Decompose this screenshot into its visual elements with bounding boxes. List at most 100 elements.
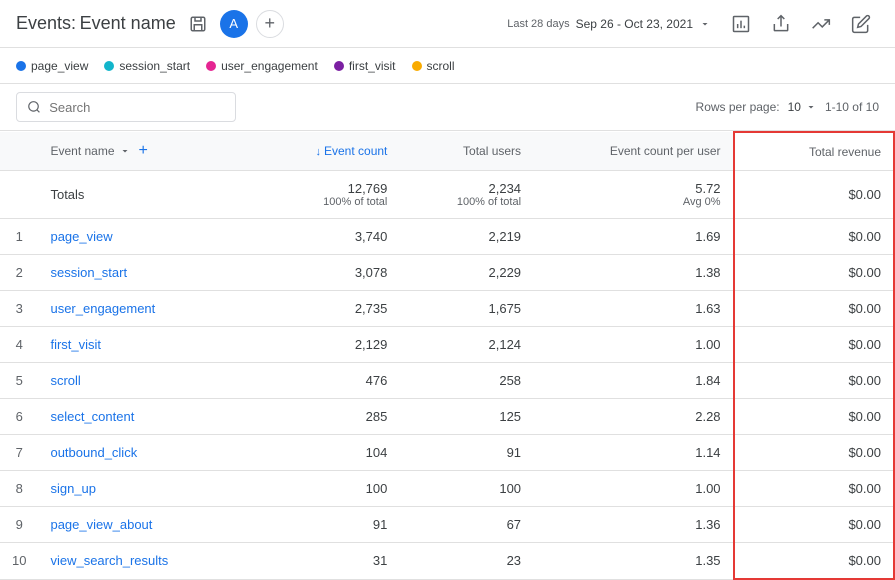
row-num: 8 — [0, 471, 38, 507]
event-count-cell: 31 — [252, 543, 399, 580]
total-users-cell: 1,675 — [399, 291, 533, 327]
event-name-cell[interactable]: select_content — [38, 399, 252, 435]
total-revenue-cell: $0.00 — [734, 291, 894, 327]
table-row: 3 user_engagement 2,735 1,675 1.63 $0.00 — [0, 291, 894, 327]
avatar[interactable]: A — [220, 10, 248, 38]
row-num: 7 — [0, 435, 38, 471]
event-count-cell: 2,129 — [252, 327, 399, 363]
legend-dot-session-start — [104, 61, 114, 71]
save-report-icon[interactable] — [184, 10, 212, 38]
header-right: Last 28 days Sep 26 - Oct 23, 2021 — [499, 6, 879, 42]
total-users-cell: 91 — [399, 435, 533, 471]
col-header-event-name[interactable]: Event name + — [38, 132, 252, 171]
legend-item-first-visit[interactable]: first_visit — [334, 59, 396, 73]
table-row: 4 first_visit 2,129 2,124 1.00 $0.00 — [0, 327, 894, 363]
date-range-picker[interactable]: Last 28 days Sep 26 - Oct 23, 2021 — [499, 13, 719, 35]
table-row: 2 session_start 3,078 2,229 1.38 $0.00 — [0, 255, 894, 291]
legend-dot-scroll — [412, 61, 422, 71]
data-table-container: Event name + ↓ Event count Total users E… — [0, 131, 895, 580]
totals-total-users: 2,234 100% of total — [399, 171, 533, 219]
pagination-info: Rows per page: 10 1-10 of 10 — [696, 100, 879, 114]
table-row: 1 page_view 3,740 2,219 1.69 $0.00 — [0, 219, 894, 255]
row-num: 9 — [0, 507, 38, 543]
total-users-cell: 67 — [399, 507, 533, 543]
total-users-cell: 23 — [399, 543, 533, 580]
col-header-total-users[interactable]: Total users — [399, 132, 533, 171]
search-box[interactable] — [16, 92, 236, 122]
legend-dot-page-view — [16, 61, 26, 71]
add-column-button[interactable]: + — [135, 142, 152, 160]
totals-event-count-per-user: 5.72 Avg 0% — [533, 171, 734, 219]
event-name-cell[interactable]: first_visit — [38, 327, 252, 363]
legend-dot-user-engagement — [206, 61, 216, 71]
total-revenue-cell: $0.00 — [734, 399, 894, 435]
table-header-row: Event name + ↓ Event count Total users E… — [0, 132, 894, 171]
event-count-per-user-cell: 1.84 — [533, 363, 734, 399]
add-comparison-button[interactable]: + — [256, 10, 284, 38]
event-count-cell: 3,740 — [252, 219, 399, 255]
event-name-cell[interactable]: outbound_click — [38, 435, 252, 471]
event-count-cell: 91 — [252, 507, 399, 543]
total-users-cell: 2,229 — [399, 255, 533, 291]
table-row: 8 sign_up 100 100 1.00 $0.00 — [0, 471, 894, 507]
table-row: 7 outbound_click 104 91 1.14 $0.00 — [0, 435, 894, 471]
header: Events: Event name A + Last 28 days Sep … — [0, 0, 895, 48]
search-input[interactable] — [49, 100, 225, 115]
table-row: 6 select_content 285 125 2.28 $0.00 — [0, 399, 894, 435]
event-count-per-user-cell: 1.38 — [533, 255, 734, 291]
total-revenue-cell: $0.00 — [734, 255, 894, 291]
total-revenue-cell: $0.00 — [734, 327, 894, 363]
table-row: 10 view_search_results 31 23 1.35 $0.00 — [0, 543, 894, 580]
event-name-cell[interactable]: session_start — [38, 255, 252, 291]
event-name-cell[interactable]: page_view — [38, 219, 252, 255]
event-count-cell: 100 — [252, 471, 399, 507]
event-name-cell[interactable]: view_search_results — [38, 543, 252, 580]
event-count-per-user-cell: 1.00 — [533, 327, 734, 363]
total-users-cell: 2,219 — [399, 219, 533, 255]
totals-event-count: 12,769 100% of total — [252, 171, 399, 219]
row-num: 3 — [0, 291, 38, 327]
event-count-per-user-cell: 1.36 — [533, 507, 734, 543]
legend-dot-first-visit — [334, 61, 344, 71]
legend-item-scroll[interactable]: scroll — [412, 59, 455, 73]
share-icon-button[interactable] — [763, 6, 799, 42]
event-count-cell: 476 — [252, 363, 399, 399]
table-row: 9 page_view_about 91 67 1.36 $0.00 — [0, 507, 894, 543]
row-num: 4 — [0, 327, 38, 363]
event-name-cell[interactable]: scroll — [38, 363, 252, 399]
col-header-event-count-per-user[interactable]: Event count per user — [533, 132, 734, 171]
total-users-cell: 258 — [399, 363, 533, 399]
legend-item-session-start[interactable]: session_start — [104, 59, 190, 73]
page-title: Events: Event name — [16, 13, 176, 34]
col-header-total-revenue[interactable]: Total revenue — [734, 132, 894, 171]
col-header-num — [0, 132, 38, 171]
event-name-sort-icon — [119, 145, 131, 157]
event-count-per-user-cell: 2.28 — [533, 399, 734, 435]
event-name-cell[interactable]: page_view_about — [38, 507, 252, 543]
event-count-cell: 2,735 — [252, 291, 399, 327]
event-name-cell[interactable]: user_engagement — [38, 291, 252, 327]
total-users-cell: 2,124 — [399, 327, 533, 363]
total-users-cell: 100 — [399, 471, 533, 507]
report-icon-button[interactable] — [723, 6, 759, 42]
event-count-cell: 3,078 — [252, 255, 399, 291]
search-icon — [27, 99, 41, 115]
legend-item-user-engagement[interactable]: user_engagement — [206, 59, 318, 73]
rows-dropdown-icon — [805, 101, 817, 113]
legend-bar: page_view session_start user_engagement … — [0, 48, 895, 84]
total-revenue-cell: $0.00 — [734, 471, 894, 507]
event-name-cell[interactable]: sign_up — [38, 471, 252, 507]
row-num: 2 — [0, 255, 38, 291]
pagination-range: 1-10 of 10 — [825, 100, 879, 114]
row-num: 1 — [0, 219, 38, 255]
rows-per-page-select[interactable]: 10 — [788, 100, 817, 114]
totals-label: Totals — [38, 171, 252, 219]
col-header-event-count[interactable]: ↓ Event count — [252, 132, 399, 171]
header-left: Events: Event name A + — [16, 10, 284, 38]
edit-icon-button[interactable] — [843, 6, 879, 42]
table-row: 5 scroll 476 258 1.84 $0.00 — [0, 363, 894, 399]
event-count-per-user-cell: 1.63 — [533, 291, 734, 327]
trend-icon-button[interactable] — [803, 6, 839, 42]
legend-item-page-view[interactable]: page_view — [16, 59, 88, 73]
total-revenue-cell: $0.00 — [734, 507, 894, 543]
